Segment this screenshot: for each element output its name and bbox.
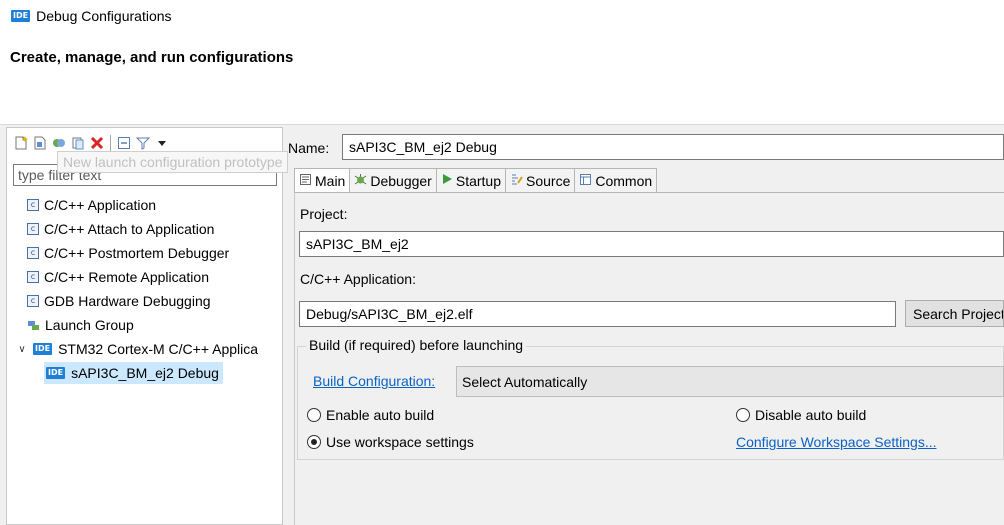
tree-item-cpp-remote[interactable]: c C/C++ Remote Application bbox=[27, 266, 209, 288]
build-configuration-value: Select Automatically bbox=[462, 373, 588, 390]
ide-config-icon: IDE bbox=[46, 367, 66, 379]
build-configuration-link[interactable]: Build Configuration: bbox=[313, 373, 435, 389]
tab-label: Startup bbox=[455, 172, 501, 189]
c-config-icon: c bbox=[27, 223, 39, 235]
build-configuration-select[interactable]: Select Automatically bbox=[456, 366, 1004, 397]
application-label: C/C++ Application: bbox=[300, 271, 416, 287]
tab-source[interactable]: Source bbox=[506, 168, 576, 193]
radio-circle-icon[interactable] bbox=[736, 408, 750, 422]
tree-item-label: Launch Group bbox=[45, 317, 134, 333]
dialog-header: Create, manage, and run configurations bbox=[0, 32, 1004, 125]
tree-item-launch-group[interactable]: Launch Group bbox=[27, 314, 134, 336]
view-menu-icon[interactable] bbox=[154, 135, 170, 151]
config-tabs: Main Debugger Startup Source Common bbox=[294, 168, 658, 193]
c-config-icon: c bbox=[27, 247, 39, 259]
new-config-icon[interactable] bbox=[13, 135, 29, 151]
radio-use-workspace-settings[interactable]: Use workspace settings bbox=[307, 434, 474, 450]
window-title: Debug Configurations bbox=[36, 8, 172, 24]
collapse-all-icon[interactable] bbox=[116, 135, 132, 151]
export-icon[interactable] bbox=[70, 135, 86, 151]
launch-group-icon bbox=[27, 319, 41, 331]
c-config-icon: c bbox=[27, 199, 39, 211]
name-row: Name: bbox=[288, 135, 333, 161]
main-tab-icon bbox=[299, 173, 312, 189]
toolbar-separator bbox=[110, 135, 111, 151]
tab-label: Debugger bbox=[370, 172, 432, 189]
project-label: Project: bbox=[300, 206, 348, 222]
project-input[interactable] bbox=[299, 231, 1004, 257]
tab-startup[interactable]: Startup bbox=[436, 168, 506, 193]
tab-common[interactable]: Common bbox=[575, 168, 658, 193]
tree-item-cpp-postmortem[interactable]: c C/C++ Postmortem Debugger bbox=[27, 242, 229, 264]
tree-item-label: C/C++ Attach to Application bbox=[44, 221, 215, 237]
configuration-tree-pane: New launch configuration prototype c C/C… bbox=[6, 127, 289, 525]
tree-item-gdb-hardware[interactable]: c GDB Hardware Debugging bbox=[27, 290, 211, 312]
configure-workspace-link[interactable]: Configure Workspace Settings... bbox=[736, 434, 937, 450]
tree-item-label: C/C++ Postmortem Debugger bbox=[44, 245, 230, 261]
tree-item-label: C/C++ Remote Application bbox=[44, 269, 209, 285]
startup-tab-icon bbox=[441, 173, 453, 188]
header-title: Create, manage, and run configurations bbox=[10, 49, 294, 66]
tab-label: Source bbox=[526, 172, 571, 189]
radio-label: Disable auto build bbox=[755, 407, 867, 423]
duplicate-icon[interactable] bbox=[51, 135, 67, 151]
tab-label: Main bbox=[315, 172, 346, 189]
radio-disable-auto-build[interactable]: Disable auto build bbox=[736, 407, 866, 423]
config-name-input[interactable] bbox=[342, 134, 1004, 160]
source-tab-icon bbox=[510, 173, 523, 189]
ide-logo-icon: IDE bbox=[11, 10, 31, 22]
chevron-down-icon[interactable]: ∨ bbox=[16, 344, 28, 355]
radio-label: Use workspace settings bbox=[326, 434, 474, 450]
toolbar-tooltip: New launch configuration prototype bbox=[57, 151, 289, 173]
build-group-title: Build (if required) before launching bbox=[306, 337, 527, 353]
tab-main[interactable]: Main bbox=[294, 168, 351, 193]
delete-icon[interactable] bbox=[89, 135, 105, 151]
tab-label: Common bbox=[595, 172, 653, 189]
tree-item-sapi3c-debug[interactable]: IDE sAPI3C_BM_ej2 Debug bbox=[44, 362, 223, 384]
ide-config-icon: IDE bbox=[33, 343, 53, 355]
name-label: Name: bbox=[288, 140, 330, 156]
radio-selected-icon[interactable] bbox=[307, 435, 321, 449]
common-tab-icon bbox=[579, 173, 592, 189]
tree-item-label: C/C++ Application bbox=[44, 197, 157, 213]
tree-item-cpp-attach[interactable]: c C/C++ Attach to Application bbox=[27, 218, 214, 240]
configure-workspace-link-text[interactable]: Configure Workspace Settings... bbox=[736, 434, 937, 450]
radio-label: Enable auto build bbox=[326, 407, 435, 423]
c-config-icon: c bbox=[27, 271, 39, 283]
radio-enable-auto-build[interactable]: Enable auto build bbox=[307, 407, 434, 423]
tree-item-cpp-application[interactable]: c C/C++ Application bbox=[27, 194, 156, 216]
search-project-button[interactable]: Search Project... bbox=[905, 300, 1004, 327]
tab-debugger[interactable]: Debugger bbox=[350, 168, 437, 193]
tree-item-label: sAPI3C_BM_ej2 Debug bbox=[71, 365, 219, 381]
c-config-icon: c bbox=[27, 295, 39, 307]
application-input[interactable] bbox=[299, 301, 896, 327]
title-bar: IDE Debug Configurations bbox=[0, 0, 1004, 32]
tree-item-stm32-cortex-m[interactable]: ∨ IDE STM32 Cortex-M C/C++ Applica bbox=[16, 338, 258, 360]
tree-item-label: GDB Hardware Debugging bbox=[44, 293, 211, 309]
tree-item-label: STM32 Cortex-M C/C++ Applica bbox=[58, 341, 259, 357]
build-configuration-link-text[interactable]: Build Configuration: bbox=[313, 373, 435, 389]
filter-icon[interactable] bbox=[135, 135, 151, 151]
radio-circle-icon[interactable] bbox=[307, 408, 321, 422]
new-prototype-icon[interactable] bbox=[32, 135, 48, 151]
debugger-tab-icon bbox=[354, 173, 367, 189]
